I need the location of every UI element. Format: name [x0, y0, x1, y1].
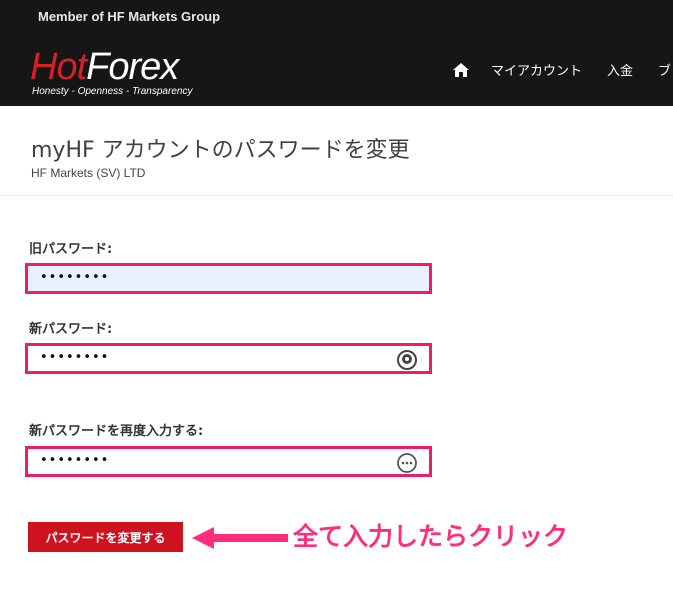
- company-name: HF Markets (SV) LTD: [31, 166, 146, 180]
- old-password-label: 旧パスワード:: [29, 242, 113, 257]
- logo-wordmark: HotForex: [30, 46, 179, 88]
- new-password-label: 新パスワード:: [29, 322, 113, 337]
- eye-hidden-icon[interactable]: [396, 452, 418, 474]
- arrow-left-icon: [192, 527, 288, 549]
- hotforex-logo[interactable]: HotForex Honesty - Openness - Transparen…: [30, 46, 230, 102]
- member-text: Member of HF Markets Group: [38, 9, 221, 24]
- confirm-password-label: 新パスワードを再度入力する:: [29, 424, 204, 439]
- confirm-password-field[interactable]: ••••••••: [25, 446, 432, 477]
- nav-item-partial[interactable]: ブ: [658, 60, 671, 79]
- main-nav: マイアカウント 入金 ブ: [452, 60, 673, 79]
- logo-text-red: Hot: [30, 46, 87, 88]
- logo-text-white: Forex: [86, 46, 179, 88]
- change-password-button[interactable]: パスワードを変更する: [28, 522, 183, 552]
- eye-icon[interactable]: [396, 349, 418, 371]
- nav-item-deposit[interactable]: 入金: [607, 60, 633, 79]
- logo-tagline: Honesty - Openness - Transparency: [32, 86, 193, 97]
- old-password-field[interactable]: ••••••••: [25, 263, 432, 294]
- page-title: myHF アカウントのパスワードを変更: [31, 138, 410, 163]
- old-password-value: ••••••••: [40, 270, 110, 285]
- site-header: Member of HF Markets Group HotForex Hone…: [0, 0, 673, 106]
- annotation-text: 全て入力したらクリック: [293, 522, 569, 551]
- nav-item-my-account[interactable]: マイアカウント: [491, 60, 582, 79]
- page-title-area: myHF アカウントのパスワードを変更 HF Markets (SV) LTD: [0, 106, 673, 196]
- new-password-value: ••••••••: [40, 350, 110, 365]
- confirm-password-value: ••••••••: [40, 453, 110, 468]
- new-password-field[interactable]: ••••••••: [25, 343, 432, 374]
- home-icon[interactable]: [452, 62, 470, 78]
